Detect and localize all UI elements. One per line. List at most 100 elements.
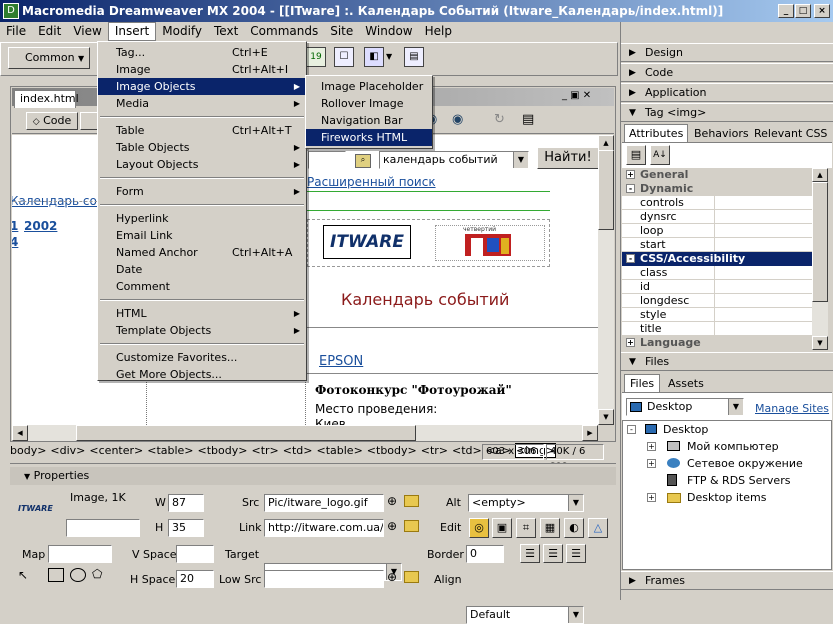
menu-item-image[interactable]: Image Ctrl+Alt+I (98, 61, 306, 78)
tag-item[interactable]: <div> (50, 444, 85, 457)
src-field[interactable]: Pic/itware_logo.gif (264, 494, 384, 512)
scroll-up-button[interactable]: ▲ (812, 168, 828, 182)
menu-item-image-objects[interactable]: Image Objects ▶ (98, 78, 306, 95)
advanced-search-link[interactable]: Расширенный поиск (307, 175, 436, 189)
day-link[interactable]: 1 (12, 219, 18, 233)
menu-text[interactable]: Text (208, 22, 244, 41)
window-size[interactable]: 603 x 306 (482, 444, 544, 460)
hspace-field[interactable]: 20 (176, 570, 214, 588)
menu-item-form[interactable]: Form ▶ (98, 183, 306, 200)
folder-icon[interactable] (404, 571, 419, 583)
view-options-icon[interactable]: ▤ (522, 112, 534, 127)
expand-icon[interactable]: + (647, 442, 656, 451)
menu-item-media[interactable]: Media ▶ (98, 95, 306, 112)
split-view-button[interactable] (80, 112, 98, 130)
menu-item-image-placeholder[interactable]: Image Placeholder (306, 78, 432, 95)
tag-panel-header[interactable]: ▼ Tag <img> (621, 103, 833, 122)
menu-item-html[interactable]: HTML ▶ (98, 305, 306, 322)
tag-item[interactable]: <tr> (421, 444, 448, 457)
application-panel-header[interactable]: ▶ Application (621, 83, 833, 102)
tree-item-network[interactable]: + Сетевое окружение (623, 455, 831, 472)
scroll-down-button[interactable]: ▼ (598, 409, 614, 425)
tag-item[interactable]: <table> (317, 444, 363, 457)
scroll-thumb[interactable] (598, 150, 614, 230)
tag-item[interactable]: <td> (452, 444, 482, 457)
menu-item-rollover-image[interactable]: Rollover Image (306, 95, 432, 112)
sharpen-icon[interactable]: △ (588, 518, 608, 538)
tag-item[interactable]: <tbody> (198, 444, 248, 457)
tab-relevant-css[interactable]: Relevant CSS (754, 126, 827, 141)
expand-icon[interactable]: + (647, 493, 656, 502)
tree-item-desktop-items[interactable]: + Desktop items (623, 489, 831, 506)
scroll-down-button[interactable]: ▼ (812, 336, 828, 350)
menu-item-tag[interactable]: Tag... Ctrl+E (98, 44, 306, 61)
group-language[interactable]: + Language (622, 336, 812, 350)
menu-site[interactable]: Site (324, 22, 359, 41)
tag-item[interactable]: <tbody> (367, 444, 417, 457)
scroll-right-button[interactable]: ▶ (582, 425, 598, 441)
properties-header[interactable]: ▼ Properties (10, 467, 616, 485)
site-select[interactable]: Desktop (626, 398, 744, 416)
menu-item-customize-favorites[interactable]: Customize Favorites... (98, 349, 306, 366)
align-select[interactable]: Default (466, 606, 584, 624)
tag-item[interactable]: <center> (89, 444, 143, 457)
maximize-button[interactable]: □ (795, 4, 811, 18)
folder-icon[interactable] (404, 520, 419, 532)
frames-panel-header[interactable]: ▶ Frames (621, 571, 833, 590)
close-button[interactable]: × (814, 4, 830, 18)
rect-hotspot-icon[interactable] (48, 568, 64, 582)
scroll-left-button[interactable]: ◀ (12, 425, 28, 441)
tree-item-desktop[interactable]: - Desktop (623, 421, 831, 438)
crop-icon[interactable]: ⌗ (516, 518, 536, 538)
tab-files[interactable]: Files (624, 374, 661, 392)
menu-file[interactable]: File (0, 22, 32, 41)
hscroll-thumb[interactable] (76, 425, 416, 441)
menu-view[interactable]: View (67, 22, 107, 41)
files-panel-header[interactable]: ▼ Files (621, 352, 833, 371)
common-dropdown[interactable]: Common ▼ (8, 47, 90, 69)
attr-row[interactable]: class (622, 266, 812, 280)
doc-window-controls[interactable]: _ ▣ ✕ (562, 90, 591, 101)
point-to-file-icon[interactable]: ⊕ (387, 494, 397, 508)
manage-sites-link[interactable]: Manage Sites (755, 402, 829, 415)
attr-row[interactable]: dynsrc (622, 210, 812, 224)
menu-insert[interactable]: Insert (107, 22, 157, 41)
scroll-thumb[interactable] (812, 182, 828, 302)
menu-item-template-objects[interactable]: Template Objects ▶ (98, 322, 306, 339)
menu-item-fireworks-html[interactable]: Fireworks HTML (306, 129, 432, 146)
fireworks-edit-icon[interactable]: ◎ (469, 518, 489, 538)
tag-item[interactable]: <table> (147, 444, 193, 457)
comment-icon[interactable]: ☐ (334, 47, 354, 67)
attr-row[interactable]: controls (622, 196, 812, 210)
tag-item[interactable]: body> (10, 444, 46, 457)
itware-logo[interactable]: ITWARE (323, 225, 411, 259)
height-field[interactable]: 35 (168, 519, 204, 537)
menu-item-table[interactable]: Table Ctrl+Alt+T (98, 122, 306, 139)
design-panel-header[interactable]: ▶ Design (621, 43, 833, 62)
align-right-icon[interactable]: ☰ (566, 544, 586, 563)
pointer-hotspot-icon[interactable]: ↖ (18, 568, 34, 584)
border-field[interactable]: 0 (466, 545, 504, 563)
circle-hotspot-icon[interactable] (70, 568, 86, 582)
menu-item-comment[interactable]: Comment (98, 278, 306, 295)
browser-preview-icon[interactable]: ◉ (452, 112, 463, 127)
lowsrc-field[interactable] (264, 570, 384, 588)
attr-row[interactable]: start (622, 238, 812, 252)
group-dynamic[interactable]: - Dynamic (622, 182, 812, 196)
collapse-icon[interactable]: - (627, 425, 636, 434)
search-button[interactable]: Найти! (537, 147, 598, 169)
align-center-icon[interactable]: ☰ (543, 544, 563, 563)
menu-help[interactable]: Help (419, 22, 458, 41)
template-icon[interactable]: ▤ (404, 47, 424, 67)
refresh-icon[interactable]: ↻ (494, 112, 505, 127)
sort-az-icon[interactable]: A↓ (650, 145, 670, 165)
menu-item-email-link[interactable]: Email Link (98, 227, 306, 244)
tab-assets[interactable]: Assets (668, 376, 704, 391)
tree-item-ftp[interactable]: FTP & RDS Servers (623, 472, 831, 489)
optimize-icon[interactable]: ▣ (492, 518, 512, 538)
menu-item-navigation-bar[interactable]: Navigation Bar (306, 112, 432, 129)
attr-row[interactable]: id (622, 280, 812, 294)
point-to-file-icon[interactable]: ⊕ (387, 570, 397, 584)
document-tab[interactable]: index.html (14, 90, 79, 108)
year-link[interactable]: 2002 (24, 219, 57, 233)
